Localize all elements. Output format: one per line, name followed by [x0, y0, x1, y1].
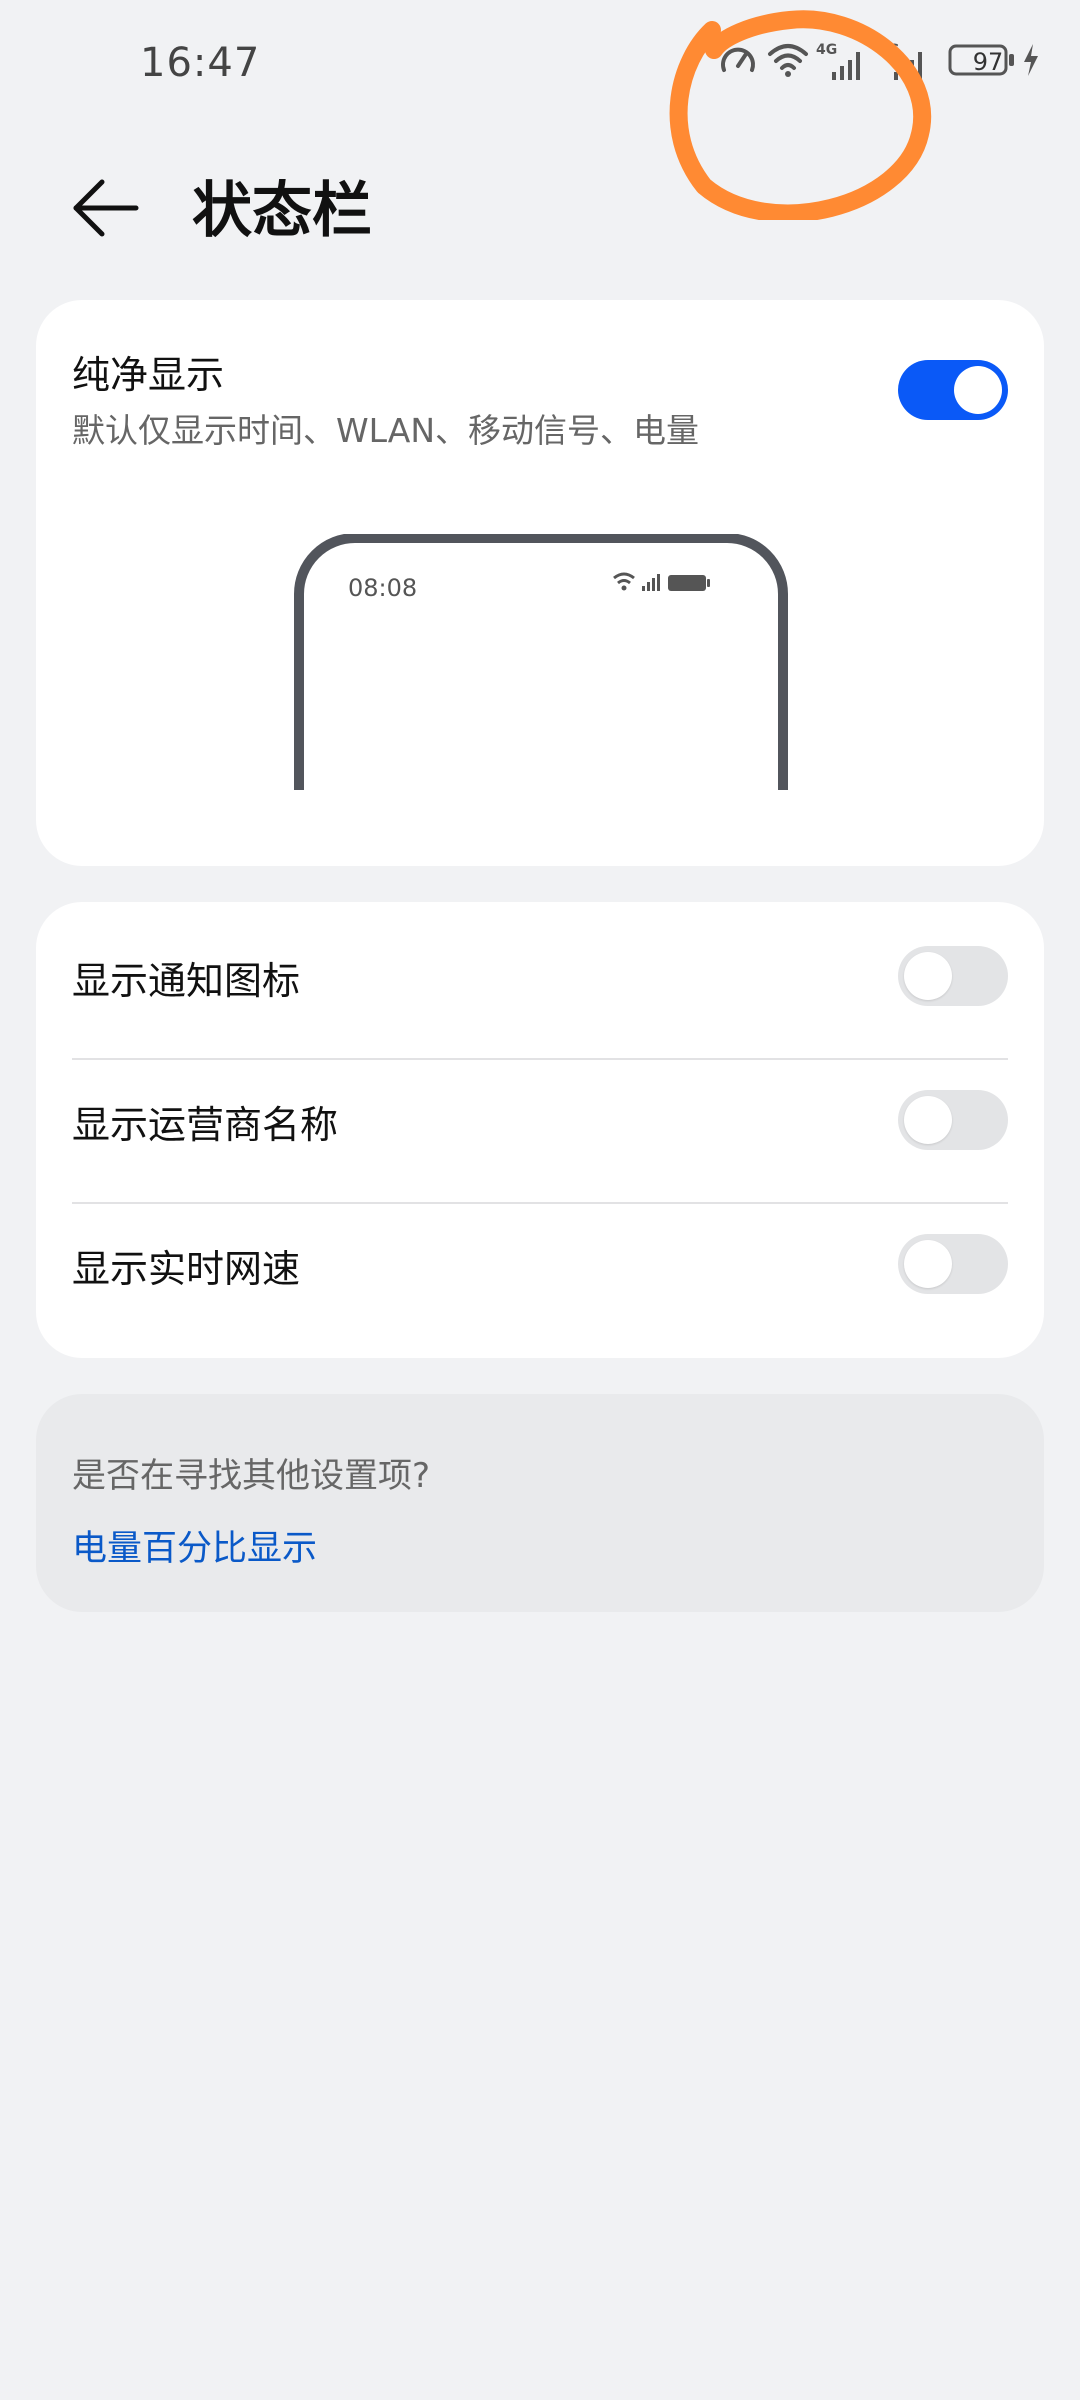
carrier-name-toggle[interactable] [898, 1090, 1008, 1150]
preview-wifi-icon [613, 572, 635, 591]
option-label: 显示运营商名称 [72, 1103, 339, 1147]
options-card: 显示通知图标 显示运营商名称 显示实时网速 [36, 902, 1044, 1358]
toggle-knob [904, 952, 952, 1000]
status-time: 16:47 [140, 40, 261, 86]
option-row-notification-icons[interactable]: 显示通知图标 [36, 904, 1044, 1048]
toggle-knob [904, 1240, 952, 1288]
suggestion-card: 是否在寻找其他设置项? 电量百分比显示 [36, 1394, 1044, 1612]
pure-display-card: 纯净显示 默认仅显示时间、WLAN、移动信号、电量 08:08 [36, 300, 1044, 866]
battery-level: 97 [972, 48, 1004, 76]
pure-display-subtitle: 默认仅显示时间、WLAN、移动信号、电量 [72, 411, 700, 450]
preview-signal-icon [642, 574, 660, 591]
network-speed-toggle[interactable] [898, 1234, 1008, 1294]
suggestion-question: 是否在寻找其他设置项? [72, 1456, 431, 1496]
toggle-knob [954, 366, 1002, 414]
page-title: 状态栏 [192, 176, 372, 246]
preview-battery-icon [668, 575, 710, 591]
option-label: 显示实时网速 [72, 1247, 301, 1291]
back-button[interactable] [62, 156, 152, 246]
toggle-knob [904, 1096, 952, 1144]
header: 状态栏 [0, 140, 1080, 250]
option-label: 显示通知图标 [72, 959, 301, 1003]
phone-frame-illustration [294, 534, 788, 790]
status-bar-preview: 08:08 [294, 534, 788, 790]
arrow-left-icon [73, 179, 139, 237]
pure-display-title: 纯净显示 [72, 353, 225, 397]
notification-icons-toggle[interactable] [898, 946, 1008, 1006]
charging-icon [1024, 44, 1038, 76]
pure-display-toggle[interactable] [898, 360, 1008, 420]
option-row-carrier-name[interactable]: 显示运营商名称 [36, 1048, 1044, 1192]
option-row-network-speed[interactable]: 显示实时网速 [36, 1192, 1044, 1336]
battery-percentage-link[interactable]: 电量百分比显示 [72, 1520, 317, 1571]
preview-time: 08:08 [348, 574, 418, 602]
